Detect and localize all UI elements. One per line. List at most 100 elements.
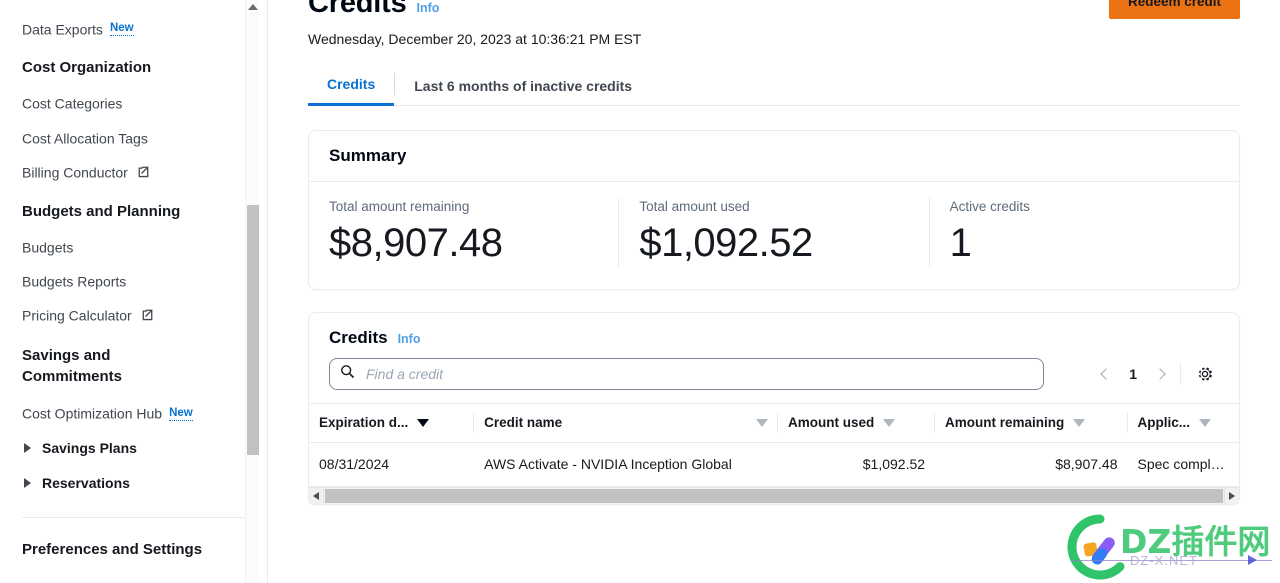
metric-total-amount-remaining: Total amount remaining $8,907.48 (309, 198, 618, 267)
external-link-icon (137, 164, 150, 182)
chevron-right-icon (24, 477, 31, 488)
gear-icon (1199, 367, 1212, 381)
left-navigation-sidebar: Data Exports New Cost Organization Cost C… (0, 0, 268, 583)
watermark-logo-icon (1067, 514, 1125, 580)
column-label: Amount remaining (945, 415, 1065, 430)
cell-credit-name: AWS Activate - NVIDIA Inception Global (474, 442, 779, 487)
redeem-credit-button[interactable]: Redeem credit (1108, 0, 1240, 19)
summary-metrics: Total amount remaining $8,907.48 Total a… (309, 182, 1239, 289)
sidebar-heading-savings-and-commitments: Savings and Commitments (22, 347, 123, 386)
cell-amount-remaining: $8,907.48 (935, 442, 1128, 487)
column-header-applicable-products[interactable]: Applic... (1127, 403, 1239, 443)
column-header-amount-remaining[interactable]: Amount remaining (935, 403, 1128, 443)
watermark-overlay: DZ插件网 DZ-X.NET (1060, 503, 1280, 581)
table-body: 08/31/2024 AWS Activate - NVIDIA Incepti… (309, 442, 1239, 487)
column-label: Amount used (788, 415, 875, 430)
metric-total-amount-used: Total amount used $1,092.52 (618, 198, 928, 267)
info-link[interactable]: Info (417, 1, 440, 15)
sidebar-item-label: Savings Plans (42, 439, 137, 456)
watermark-arrow-icon (1248, 555, 1257, 565)
credits-table-card: Credits Info 1 (308, 312, 1240, 505)
sidebar-item-budgets[interactable]: Budgets (22, 230, 245, 264)
scrollbar-thumb[interactable] (247, 205, 259, 455)
cell-expiration-date: 08/31/2024 (309, 442, 475, 487)
metric-label: Active credits (949, 199, 1030, 214)
column-header-expiration-date[interactable]: Expiration d... (309, 403, 475, 443)
metric-label: Total amount used (639, 199, 750, 214)
sort-icon (883, 418, 896, 427)
sidebar-item-label: Data Exports (22, 21, 103, 38)
sidebar-item-billing-conductor[interactable]: Billing Conductor (22, 155, 245, 190)
info-link[interactable]: Info (398, 332, 421, 346)
sidebar-heading-preferences-and-settings: Preferences and Settings (22, 540, 203, 558)
tab-inactive-credits[interactable]: Last 6 months of inactive credits (395, 72, 651, 105)
sidebar-expandable-savings-plans[interactable]: Savings Plans (22, 431, 245, 466)
watermark-line (1072, 560, 1272, 561)
sidebar-item-cost-categories[interactable]: Cost Categories (22, 86, 245, 120)
sidebar-items-container: Data Exports New Cost Organization Cost C… (0, 0, 267, 568)
pagination-page-number[interactable]: 1 (1120, 366, 1146, 382)
page-title: Credits (308, 0, 407, 19)
watermark-text: DZ插件网 (1120, 522, 1271, 561)
table-toolbar: 1 (309, 358, 1239, 403)
sidebar-item-label: Budgets (22, 239, 74, 256)
summary-card: Summary Total amount remaining $8,907.48… (308, 130, 1240, 290)
horizontal-scrollbar-thumb[interactable] (325, 489, 1223, 503)
chevron-right-icon (24, 442, 31, 453)
summary-card-header: Summary (309, 131, 1239, 182)
sort-icon (756, 418, 769, 427)
sidebar-heading-budgets-and-planning: Budgets and Planning (22, 202, 181, 220)
scroll-up-arrow-icon[interactable] (248, 4, 258, 10)
sidebar-item-pricing-calculator[interactable]: Pricing Calculator (22, 298, 245, 333)
table-preferences-button[interactable] (1191, 360, 1219, 388)
search-box[interactable] (329, 358, 1044, 390)
sidebar-item-cost-optimization-hub[interactable]: Cost Optimization Hub New (22, 396, 245, 430)
chevron-right-icon (1154, 368, 1166, 380)
column-label: Credit name (484, 415, 563, 430)
column-header-credit-name[interactable]: Credit name (474, 403, 779, 443)
external-link-icon (141, 307, 154, 325)
sidebar-item-label: Budgets Reports (22, 273, 127, 290)
sort-icon (1073, 418, 1086, 427)
credits-table: Expiration d... Credit name Amount used (309, 403, 1239, 487)
new-badge: New (109, 22, 134, 37)
pagination-next-button[interactable] (1146, 360, 1174, 388)
table-header-row: Expiration d... Credit name Amount used (309, 403, 1239, 443)
table-row[interactable]: 08/31/2024 AWS Activate - NVIDIA Incepti… (309, 442, 1239, 487)
cell-applicable-products: Spec complete (1127, 442, 1239, 487)
search-input[interactable] (364, 365, 1033, 383)
credits-table-title: Credits (329, 328, 388, 347)
pagination-controls: 1 (1074, 360, 1219, 388)
metric-label: Total amount remaining (329, 199, 470, 214)
chevron-left-icon (1100, 368, 1112, 380)
sort-icon (1199, 418, 1212, 427)
pagination-prev-button[interactable] (1092, 360, 1120, 388)
sidebar-item-label: Cost Categories (22, 95, 123, 112)
last-updated-timestamp: Wednesday, December 20, 2023 at 10:36:21… (308, 31, 642, 47)
sidebar-item-data-exports[interactable]: Data Exports New (22, 12, 245, 46)
credits-card-header: Credits Info (309, 313, 1239, 358)
table-horizontal-scrollbar[interactable] (309, 487, 1239, 504)
summary-title: Summary (329, 146, 407, 165)
metric-value: $1,092.52 (639, 221, 813, 265)
sort-descending-icon (417, 418, 430, 427)
page-header: Credits Info (308, 0, 1240, 20)
sidebar-item-cost-allocation-tags[interactable]: Cost Allocation Tags (22, 121, 245, 155)
tab-credits[interactable]: Credits (308, 70, 395, 106)
column-header-amount-used[interactable]: Amount used (778, 403, 936, 443)
metric-value: $8,907.48 (329, 221, 503, 265)
toolbar-separator (1180, 363, 1181, 385)
sidebar-vertical-scrollbar[interactable] (245, 0, 259, 583)
cell-amount-used: $1,092.52 (778, 442, 936, 487)
main-content: Credits Info Redeem credit Wednesday, De… (268, 0, 1280, 583)
metric-active-credits: Active credits 1 (928, 198, 1239, 267)
sidebar-expandable-reservations[interactable]: Reservations (22, 466, 245, 501)
sidebar-item-budgets-reports[interactable]: Budgets Reports (22, 264, 245, 298)
sidebar-item-label: Reservations (42, 474, 130, 491)
search-icon (340, 364, 355, 384)
scroll-right-arrow-icon[interactable] (1224, 488, 1239, 504)
scroll-left-arrow-icon[interactable] (309, 488, 324, 504)
aws-billing-credits-page: Data Exports New Cost Organization Cost C… (0, 0, 1280, 583)
metric-value: 1 (949, 221, 972, 265)
column-label: Expiration d... (319, 415, 409, 430)
